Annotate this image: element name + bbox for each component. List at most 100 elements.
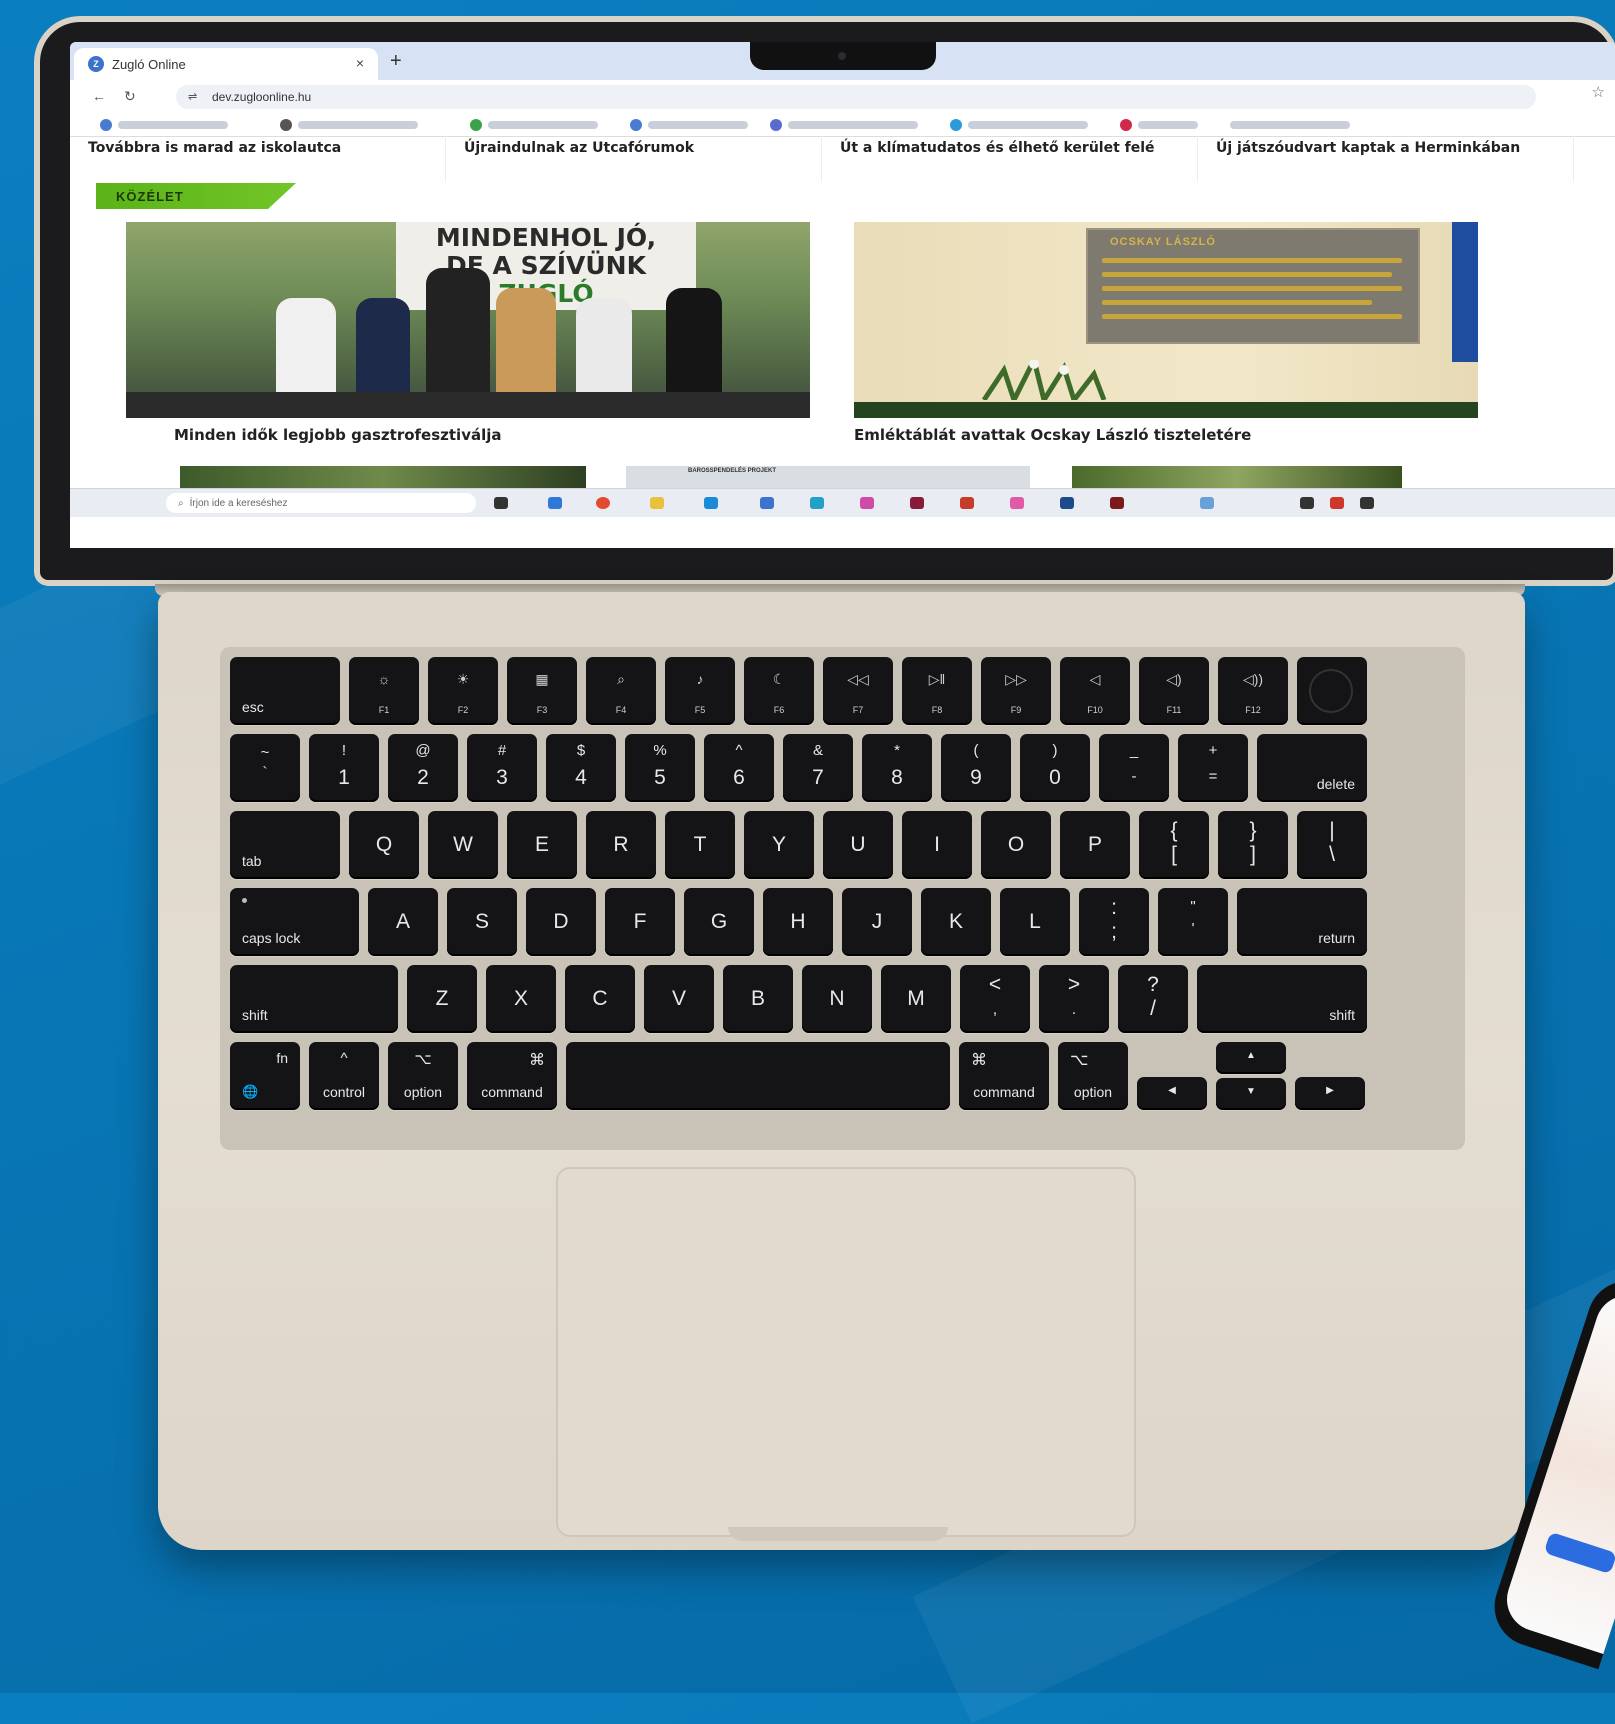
weather-icon[interactable]: [1200, 497, 1214, 509]
key-1[interactable]: ! 1: [309, 734, 379, 802]
key-a[interactable]: A: [368, 888, 438, 956]
key-f[interactable]: F: [605, 888, 675, 956]
key-v[interactable]: V: [644, 965, 714, 1033]
system-tray-icon[interactable]: [1360, 497, 1374, 509]
key-q[interactable]: Q: [349, 811, 419, 879]
taskbar-app-icon[interactable]: [960, 497, 974, 509]
trackpad[interactable]: [556, 1167, 1136, 1537]
key-f4[interactable]: ⌕ F4: [586, 657, 656, 725]
key-6[interactable]: ^ 6: [704, 734, 774, 802]
taskbar-app-icon[interactable]: [704, 497, 718, 509]
key-touch-id[interactable]: [1297, 657, 1367, 725]
headline-link[interactable]: Új játszóudvart kaptak a Herminkában: [1198, 136, 1574, 182]
bookmark-item[interactable]: [488, 121, 598, 129]
key-f9[interactable]: ▷▷ F9: [981, 657, 1051, 725]
bookmark-icon[interactable]: [280, 119, 292, 131]
key-f10[interactable]: ◁ F10: [1060, 657, 1130, 725]
article-title[interactable]: Minden idők legjobb gasztrofesztiválja: [174, 426, 502, 444]
bookmark-icon[interactable]: [1120, 119, 1132, 131]
key-f3[interactable]: ▦ F3: [507, 657, 577, 725]
key-s[interactable]: S: [447, 888, 517, 956]
taskbar-app-icon[interactable]: [548, 497, 562, 509]
bookmark-item[interactable]: [298, 121, 418, 129]
bookmark-icon[interactable]: [770, 119, 782, 131]
key-equals[interactable]: + =: [1178, 734, 1248, 802]
taskbar-app-icon[interactable]: [1060, 497, 1074, 509]
taskbar-search-input[interactable]: ⌕ Írjon ide a kereséshez: [166, 493, 476, 513]
key-backtick[interactable]: ~ `: [230, 734, 300, 802]
key-period[interactable]: > .: [1039, 965, 1109, 1033]
key-3[interactable]: # 3: [467, 734, 537, 802]
key-f6[interactable]: ☾ F6: [744, 657, 814, 725]
key-u[interactable]: U: [823, 811, 893, 879]
key-2[interactable]: @ 2: [388, 734, 458, 802]
key-caps-lock[interactable]: caps lock: [230, 888, 359, 956]
taskbar-app-icon[interactable]: [650, 497, 664, 509]
key-4[interactable]: $ 4: [546, 734, 616, 802]
key-left-shift[interactable]: shift: [230, 965, 398, 1033]
system-tray-icon[interactable]: [1300, 497, 1314, 509]
key-d[interactable]: D: [526, 888, 596, 956]
key-control[interactable]: ^ control: [309, 1042, 379, 1110]
key-right-option[interactable]: ⌥ option: [1058, 1042, 1128, 1110]
key-f11[interactable]: ◁) F11: [1139, 657, 1209, 725]
bookmark-item[interactable]: [788, 121, 918, 129]
key-w[interactable]: W: [428, 811, 498, 879]
taskbar-app-icon[interactable]: [910, 497, 924, 509]
back-arrow-icon[interactable]: ←: [92, 88, 106, 104]
key-t[interactable]: T: [665, 811, 735, 879]
key-m[interactable]: M: [881, 965, 951, 1033]
key-l[interactable]: L: [1000, 888, 1070, 956]
key-right-command[interactable]: ⌘ command: [959, 1042, 1049, 1110]
bookmark-icon[interactable]: [100, 119, 112, 131]
url-input[interactable]: ⇌ dev.zugloonline.hu: [176, 85, 1536, 109]
key-y[interactable]: Y: [744, 811, 814, 879]
key-quote[interactable]: " ': [1158, 888, 1228, 956]
key-k[interactable]: K: [921, 888, 991, 956]
key-fn-globe[interactable]: fn 🌐: [230, 1042, 300, 1110]
key-8[interactable]: * 8: [862, 734, 932, 802]
key-r[interactable]: R: [586, 811, 656, 879]
key-n[interactable]: N: [802, 965, 872, 1033]
key-tab[interactable]: tab: [230, 811, 340, 879]
key-i[interactable]: I: [902, 811, 972, 879]
key-arrow-right[interactable]: ▶: [1295, 1077, 1365, 1110]
key-f12[interactable]: ◁)) F12: [1218, 657, 1288, 725]
key-left-bracket[interactable]: { [: [1139, 811, 1209, 879]
phone-button[interactable]: [1543, 1531, 1615, 1575]
bookmark-icon[interactable]: [470, 119, 482, 131]
key-f2[interactable]: ☀ F2: [428, 657, 498, 725]
key-slash[interactable]: ? /: [1118, 965, 1188, 1033]
key-semicolon[interactable]: : ;: [1079, 888, 1149, 956]
site-settings-icon[interactable]: ⇌: [188, 90, 197, 103]
bookmark-star-icon[interactable]: ☆: [1592, 83, 1605, 101]
key-x[interactable]: X: [486, 965, 556, 1033]
key-9[interactable]: ( 9: [941, 734, 1011, 802]
key-0[interactable]: ) 0: [1020, 734, 1090, 802]
chrome-icon[interactable]: [596, 497, 610, 509]
key-minus[interactable]: _ -: [1099, 734, 1169, 802]
key-j[interactable]: J: [842, 888, 912, 956]
bookmark-item[interactable]: [1138, 121, 1198, 129]
article-title[interactable]: Emléktáblát avattak Ocskay László tiszte…: [854, 426, 1251, 444]
key-c[interactable]: C: [565, 965, 635, 1033]
taskbar-app-icon[interactable]: [810, 497, 824, 509]
key-right-shift[interactable]: shift: [1197, 965, 1367, 1033]
headline-link[interactable]: Újraindulnak az Utcafórumok: [446, 136, 822, 182]
key-arrow-left[interactable]: ◀: [1137, 1077, 1207, 1110]
bookmark-item[interactable]: [968, 121, 1088, 129]
bookmark-item[interactable]: [648, 121, 748, 129]
taskbar-app-icon[interactable]: [860, 497, 874, 509]
key-f8[interactable]: ▷‖ F8: [902, 657, 972, 725]
key-arrow-up[interactable]: ▲: [1216, 1042, 1286, 1074]
key-return[interactable]: return: [1237, 888, 1367, 956]
key-comma[interactable]: < ,: [960, 965, 1030, 1033]
key-7[interactable]: & 7: [783, 734, 853, 802]
key-arrow-down[interactable]: ▼: [1216, 1078, 1286, 1110]
bookmark-icon[interactable]: [630, 119, 642, 131]
key-z[interactable]: Z: [407, 965, 477, 1033]
key-h[interactable]: H: [763, 888, 833, 956]
featured-image-plaque[interactable]: OCSKAY LÁSZLÓ: [854, 222, 1478, 418]
key-space[interactable]: [566, 1042, 950, 1110]
key-f1[interactable]: ☼ F1: [349, 657, 419, 725]
